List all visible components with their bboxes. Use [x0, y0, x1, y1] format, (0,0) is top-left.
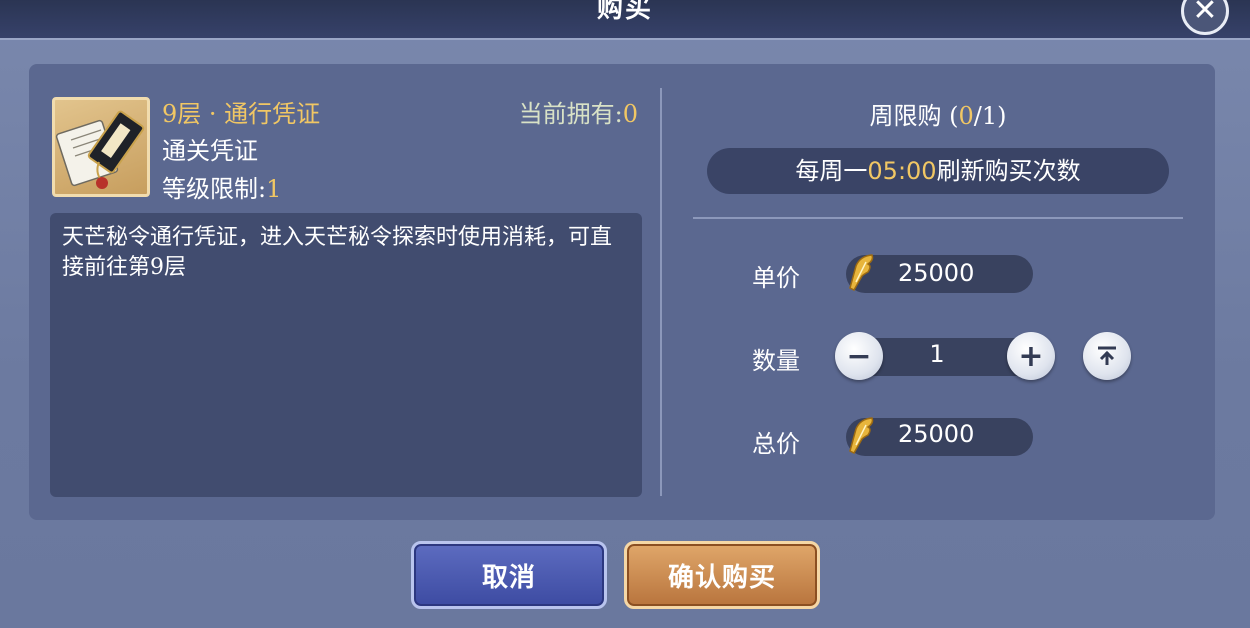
unit-price-label: 单价 — [752, 264, 800, 292]
unit-price-value: 25000 — [898, 259, 975, 287]
max-arrow-icon — [1098, 346, 1116, 365]
minus-button[interactable]: − — [835, 332, 883, 380]
plus-button[interactable]: + — [1007, 332, 1055, 380]
refresh-suffix: 刷新购买次数 — [936, 157, 1081, 185]
refresh-info: 每周一05:00刷新购买次数 — [707, 148, 1169, 194]
total-price-value: 25000 — [898, 420, 975, 448]
max-button[interactable] — [1083, 332, 1131, 380]
cancel-button-label: 取消 — [481, 562, 536, 593]
item-type: 通关凭证 — [162, 137, 258, 165]
gold-feather-icon — [849, 254, 874, 291]
dialog-title: 购买 — [596, 0, 653, 24]
refresh-time: 05:00 — [867, 157, 937, 185]
total-price-label: 总价 — [752, 430, 800, 458]
item-level: 等级限制:1 — [162, 169, 281, 204]
purchase-dialog: 购买 ✕ 9层 · 通行凭证 通关凭证 等级限制:1 当前拥有:0 天芒秘令通行… — [0, 0, 1250, 628]
confirm-purchase-button[interactable]: 确认购买 — [624, 541, 820, 609]
item-description: 天芒秘令通行凭证，进入天芒秘令探索时使用消耗，可直接前往第9层 — [50, 213, 642, 497]
limit-prefix: 周限购 ( — [869, 102, 959, 130]
item-level-value: 1 — [266, 175, 282, 203]
gold-feather-icon — [849, 417, 874, 454]
vertical-divider — [660, 88, 662, 496]
item-name: 9层 · 通行凭证 — [162, 100, 321, 128]
confirm-button-label: 确认购买 — [667, 562, 776, 593]
owned-value: 0 — [622, 100, 638, 128]
horizontal-divider — [693, 217, 1183, 219]
cancel-button[interactable]: 取消 — [411, 541, 607, 609]
owned-count: 当前拥有:0 — [480, 94, 638, 129]
limit-current: 0 — [958, 102, 974, 130]
quantity-value[interactable]: 1 — [880, 340, 994, 368]
pass-scroll-icon — [52, 97, 150, 197]
item-level-label: 等级限制: — [162, 175, 267, 203]
refresh-prefix: 每周一 — [795, 157, 868, 185]
title-bar: 购买 — [0, 0, 1250, 40]
quantity-label: 数量 — [752, 347, 800, 375]
weekly-limit: 周限购 (0/1) — [693, 96, 1183, 131]
limit-suffix: /1) — [973, 102, 1007, 130]
owned-label: 当前拥有: — [518, 100, 623, 128]
